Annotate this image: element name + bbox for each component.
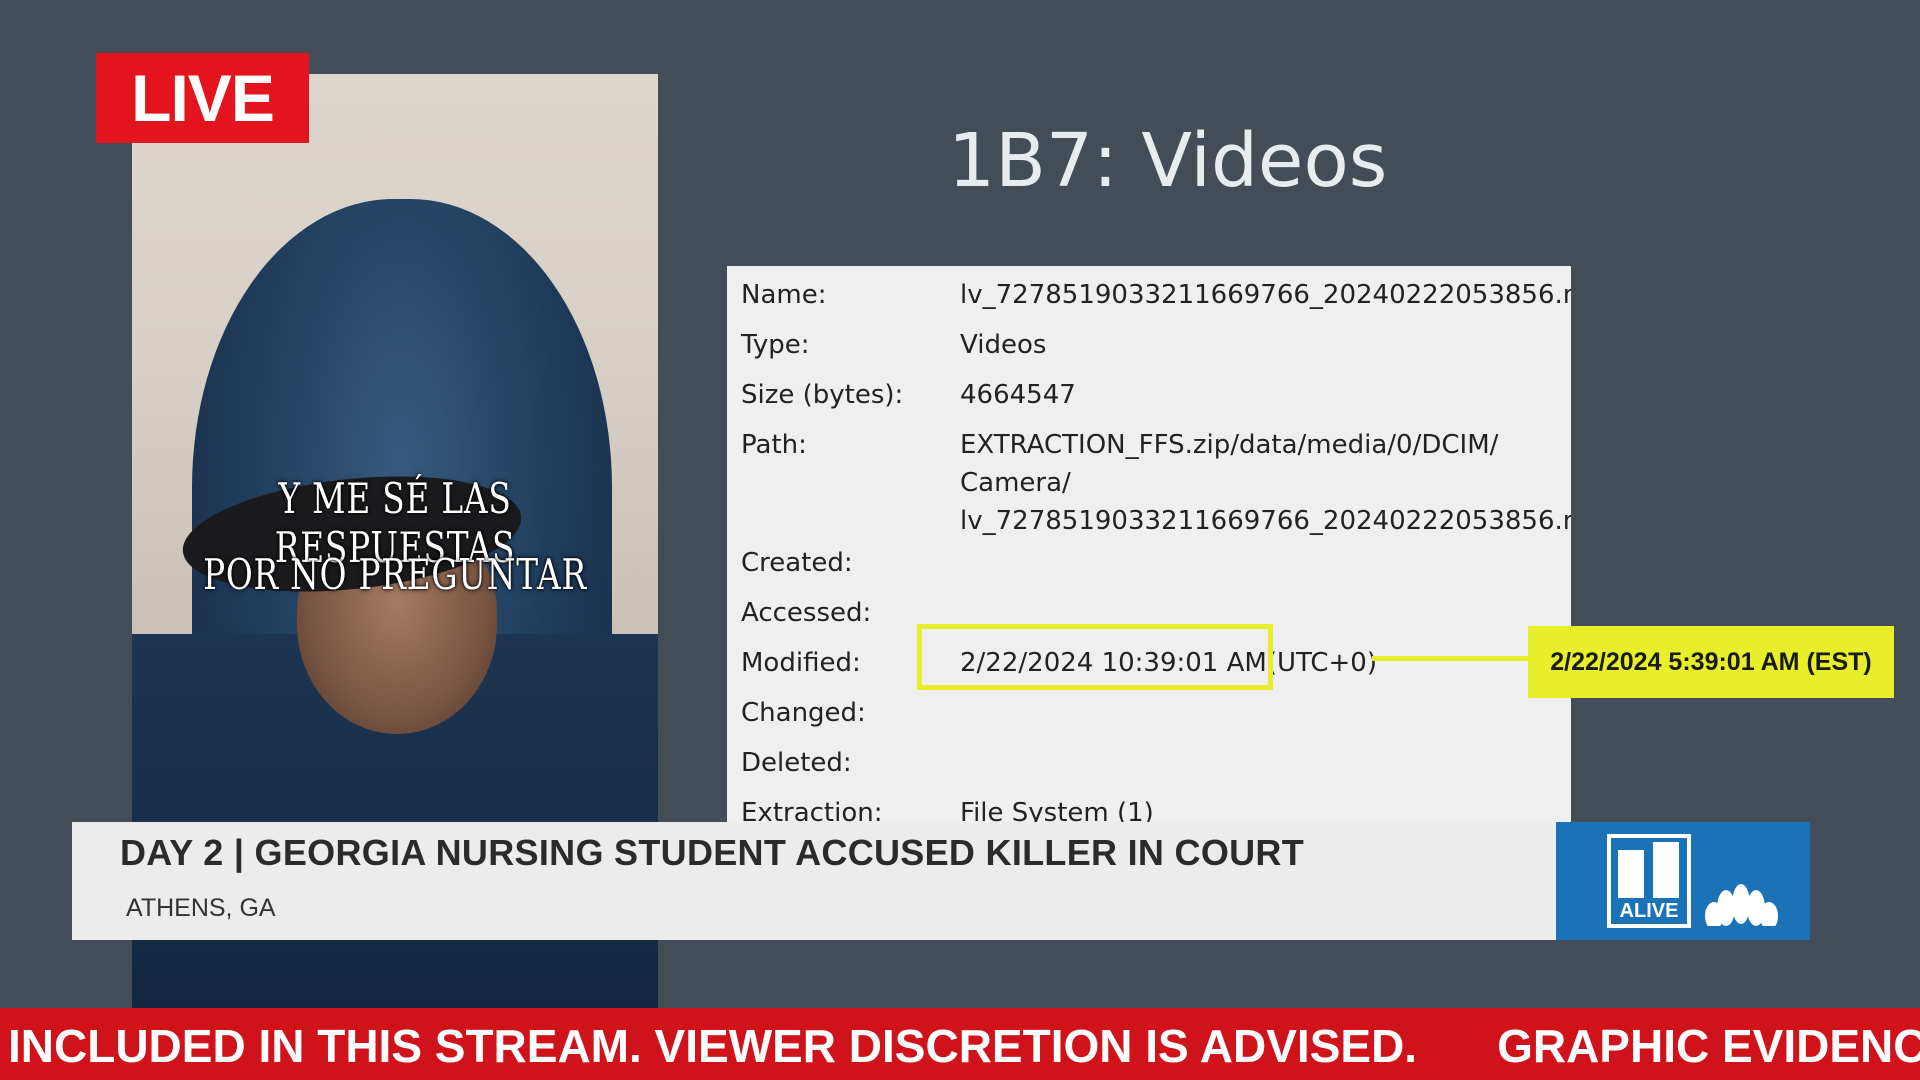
callout-connector-line — [1372, 656, 1528, 661]
property-value: Camera/ — [960, 468, 1071, 498]
slide-title: 1B7: Videos — [948, 118, 1388, 204]
news-ticker: INCLUDED IN THIS STREAM. VIEWER DISCRETI… — [0, 1008, 1920, 1080]
ticker-text: INCLUDED IN THIS STREAM. VIEWER DISCRETI… — [8, 1019, 1920, 1073]
location-label: ATHENS, GA — [126, 894, 276, 922]
property-value: EXTRACTION_FFS.zip/data/media/0/DCIM/ — [960, 430, 1499, 460]
property-label: Size (bytes): — [741, 380, 904, 410]
property-value: Videos — [960, 330, 1047, 360]
property-label: Accessed: — [741, 598, 872, 628]
property-label: Type: — [741, 330, 810, 360]
property-value: 4664547 — [960, 380, 1076, 410]
modified-highlight-box — [917, 624, 1273, 690]
lower-third-banner: DAY 2 | GEORGIA NURSING STUDENT ACCUSED … — [72, 822, 1556, 940]
file-properties-panel: Name: lv_7278519033211669766_20240222053… — [727, 266, 1571, 826]
ticker-segment-2: GRAPHIC EVIDENC — [1497, 1020, 1920, 1072]
property-label: Path: — [741, 430, 807, 460]
property-label: Changed: — [741, 698, 866, 728]
est-time-callout: 2/22/2024 5:39:01 AM (EST) — [1528, 626, 1894, 698]
live-badge: LIVE — [96, 53, 309, 143]
ticker-segment-1: INCLUDED IN THIS STREAM. VIEWER DISCRETI… — [8, 1020, 1418, 1072]
property-label: Deleted: — [741, 748, 852, 778]
headline: DAY 2 | GEORGIA NURSING STUDENT ACCUSED … — [120, 832, 1305, 873]
logo-text: ALIVE — [1619, 900, 1679, 922]
property-label: Name: — [741, 280, 827, 310]
video-caption-line2: POR NO PREGUNTAR — [203, 550, 587, 599]
property-label: Created: — [741, 548, 853, 578]
station-logo: ALIVE — [1556, 822, 1810, 940]
property-label: Modified: — [741, 648, 861, 678]
property-value: lv_7278519033211669766_20240222053856.mp… — [960, 280, 1571, 310]
property-value: lv_7278519033211669766_20240222053856.mp… — [960, 506, 1571, 536]
